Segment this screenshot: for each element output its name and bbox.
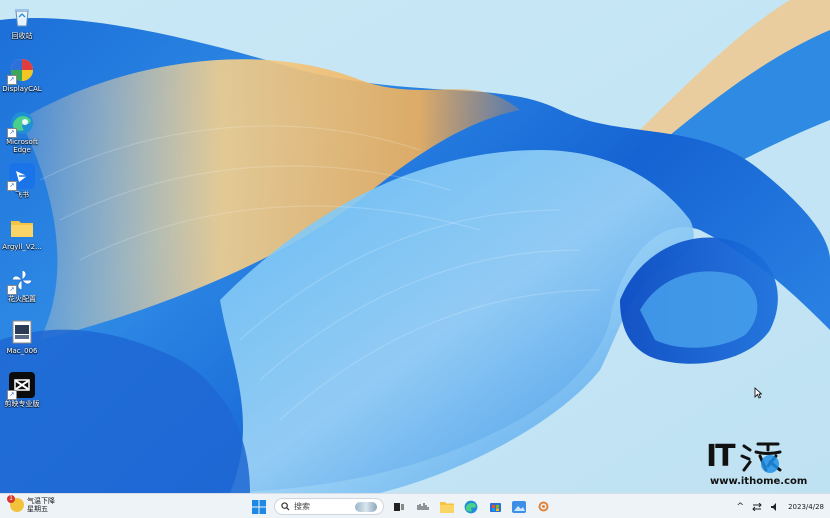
volume-icon[interactable]	[770, 502, 780, 512]
desktop: 回收站 ↗ DisplayCAL ↗ Microsoft Edge ↗ 飞书 A…	[0, 0, 830, 518]
shortcut-arrow-icon: ↗	[7, 181, 17, 191]
ithome-logo-text: IT	[706, 439, 736, 474]
desktop-icon-label: Microsoft Edge	[6, 138, 38, 154]
settings-tool-button[interactable]	[534, 498, 552, 516]
ithome-logo-mark-icon	[740, 442, 782, 473]
start-button[interactable]	[250, 498, 268, 516]
desktop-icon-pinwheel-app[interactable]: ↗ 花火配置	[0, 267, 44, 317]
wallpaper	[0, 0, 830, 493]
folder-icon	[9, 215, 35, 241]
edge-icon	[464, 500, 478, 513]
weather-condition: 气温下降	[27, 497, 55, 505]
tray-date: 2023/4/28	[788, 502, 824, 511]
task-view-icon	[394, 502, 404, 511]
photos-button[interactable]	[510, 498, 528, 516]
desktop-icon-edge[interactable]: ↗ Microsoft Edge	[0, 110, 44, 160]
shortcut-arrow-icon: ↗	[7, 390, 17, 400]
edge-icon: ↗	[7, 110, 35, 138]
ithome-watermark: IT www.ithome.com	[706, 440, 824, 494]
file-explorer-icon	[440, 501, 454, 513]
feishu-icon: ↗	[7, 163, 35, 191]
ithome-url: www.ithome.com	[710, 476, 808, 487]
weather-day: 星期五	[27, 505, 48, 513]
desktop-icon-label: 回收站	[11, 32, 33, 40]
desktop-icon-label: 花火配置	[8, 295, 36, 303]
system-tray: ^ 2023/4/28	[737, 497, 824, 516]
ithome-logo: IT	[706, 440, 784, 474]
shortcut-arrow-icon: ↗	[7, 75, 17, 85]
capcut-icon: ↗	[7, 372, 35, 400]
desktop-icon-label: 飞书	[15, 191, 29, 199]
mouse-cursor-icon	[754, 387, 762, 399]
desktop-icon-image-file[interactable]: Mac_006	[0, 319, 44, 369]
desktop-icon-argyll-folder[interactable]: Argyll_V2...	[0, 215, 44, 265]
desktop-icon-label: Mac_006	[6, 347, 38, 355]
tray-clock[interactable]: 2023/4/28	[788, 503, 824, 511]
widgets-button[interactable]	[414, 498, 432, 516]
desktop-icon-capcut[interactable]: ↗ 剪映专业版	[0, 372, 44, 422]
search-icon	[281, 502, 290, 511]
desktop-icon-label: DisplayCAL	[2, 85, 42, 93]
photos-icon	[512, 500, 526, 513]
weather-icon: 1	[7, 495, 24, 512]
image-file-icon	[9, 319, 35, 345]
tray-overflow-chevron-icon[interactable]: ^	[737, 502, 745, 512]
network-switch-icon[interactable]	[752, 502, 762, 511]
search-placeholder: 搜索	[294, 502, 310, 511]
widgets-icon	[417, 502, 429, 510]
store-icon	[489, 503, 501, 512]
displaycal-icon: ↗	[7, 57, 35, 85]
desktop-icon-displaycal[interactable]: ↗ DisplayCAL	[0, 57, 44, 107]
taskbar: 1 气温下降 星期五 搜索 ^ 2023/4/28	[0, 493, 830, 518]
shortcut-arrow-icon: ↗	[7, 128, 17, 138]
settings-icon	[538, 501, 548, 512]
desktop-icon-label: Argyll_V2...	[2, 243, 42, 251]
task-view-button[interactable]	[390, 498, 408, 516]
file-explorer-button[interactable]	[438, 498, 456, 516]
weather-widget[interactable]: 1 气温下降 星期五	[7, 495, 55, 513]
recycle-bin-icon	[9, 4, 35, 30]
desktop-icon-recycle-bin[interactable]: 回收站	[0, 4, 44, 54]
weather-notification-badge: 1	[7, 495, 15, 503]
app-pinwheel-icon: ↗	[7, 267, 35, 295]
store-button[interactable]	[486, 498, 504, 516]
weather-text: 气温下降 星期五	[27, 497, 55, 513]
shortcut-arrow-icon: ↗	[7, 285, 17, 295]
desktop-icon-feishu[interactable]: ↗ 飞书	[0, 163, 44, 213]
taskbar-center: 搜索	[250, 497, 552, 516]
desktop-icon-label: 剪映专业版	[4, 400, 40, 408]
edge-taskbar-button[interactable]	[462, 498, 480, 516]
windows-logo-icon	[252, 499, 266, 514]
search-highlight-image	[355, 502, 377, 512]
taskbar-search-box[interactable]: 搜索	[274, 498, 384, 515]
